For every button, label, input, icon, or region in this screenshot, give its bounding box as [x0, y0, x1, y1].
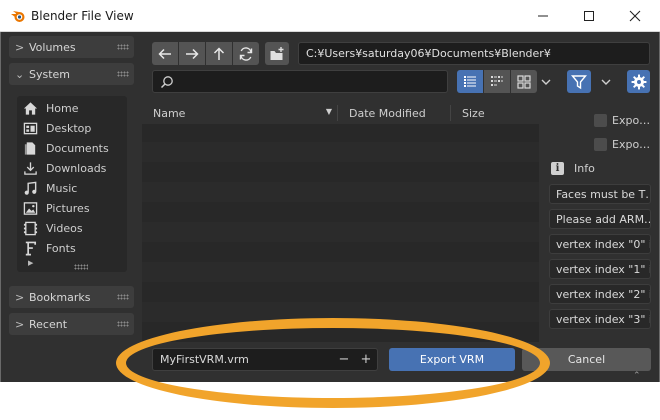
drag-grip-icon[interactable]: [117, 321, 129, 327]
horizontal-list-icon: [491, 75, 503, 86]
sidebar-item-downloads[interactable]: Downloads: [23, 158, 123, 178]
home-icon: [23, 101, 38, 115]
maximize-icon: [584, 11, 594, 21]
info-message[interactable]: vertex index "2" i…: [549, 284, 651, 304]
navigation-buttons: [152, 42, 259, 65]
pictures-icon: [23, 201, 38, 215]
column-header-name[interactable]: Name ▼: [142, 102, 338, 124]
new-folder-icon: [270, 46, 284, 60]
chevron-down-icon: [601, 79, 611, 85]
file-list-header: Name ▼ Date Modified Size: [142, 102, 539, 124]
recent-label: Recent: [29, 317, 68, 331]
file-list[interactable]: Name ▼ Date Modified Size: [142, 102, 539, 342]
drag-grip-icon[interactable]: [74, 264, 88, 270]
close-button[interactable]: [612, 0, 658, 32]
info-message[interactable]: Faces must be T…: [549, 184, 651, 204]
checkbox[interactable]: [594, 137, 607, 151]
system-label: System: [29, 67, 71, 81]
title-bar: Blender File View: [0, 0, 660, 32]
arrow-left-icon: [158, 48, 171, 59]
info-section-header: i Info: [551, 162, 595, 175]
horizontal-list-view-button[interactable]: [484, 70, 510, 93]
sidebar-item-desktop[interactable]: Desktop: [23, 118, 123, 138]
chevron-right-icon: >: [15, 40, 25, 54]
volumes-label: Volumes: [29, 40, 76, 54]
directory-path-input[interactable]: C:¥Users¥saturday06¥Documents¥Blender¥: [298, 42, 650, 65]
bookmarks-panel-header[interactable]: > Bookmarks: [9, 286, 134, 308]
export-vrm-button[interactable]: Export VRM: [389, 348, 515, 371]
refresh-icon: [239, 46, 253, 61]
chevron-down-icon: ⌄: [15, 67, 25, 81]
search-icon: [160, 75, 173, 88]
minimize-button[interactable]: [520, 0, 566, 32]
recent-panel-header[interactable]: > Recent: [9, 313, 134, 335]
thumbnails-icon: [517, 74, 531, 89]
search-input[interactable]: [152, 70, 448, 93]
music-icon: [24, 181, 37, 195]
vertical-list-icon: [464, 75, 476, 87]
vertical-list-view-button[interactable]: [457, 70, 483, 93]
fonts-icon: [25, 241, 37, 255]
sidebar-item-pictures[interactable]: Pictures: [23, 198, 123, 218]
resize-handle-icon[interactable]: ⌃: [633, 371, 641, 381]
documents-icon: [24, 141, 36, 155]
column-header-size[interactable]: Size: [451, 102, 539, 124]
checkbox[interactable]: [594, 113, 607, 127]
arrow-right-icon: [186, 48, 199, 59]
export-option-checkbox-2[interactable]: Expo…: [594, 136, 650, 152]
sidebar-item-music[interactable]: Music: [23, 178, 123, 198]
drag-grip-icon[interactable]: [117, 71, 129, 77]
info-message[interactable]: vertex index "3" i…: [549, 309, 651, 329]
back-button[interactable]: [152, 42, 178, 65]
thumbnail-view-button[interactable]: [511, 70, 537, 93]
info-icon: i: [551, 162, 564, 175]
info-message[interactable]: vertex index "0" i…: [549, 234, 651, 254]
column-header-date-modified[interactable]: Date Modified: [338, 102, 451, 124]
sidebar-item-videos[interactable]: Videos: [23, 218, 123, 238]
parent-directory-button[interactable]: [206, 42, 232, 65]
info-message[interactable]: Please add ARM…: [549, 209, 651, 229]
decrement-filename-button[interactable]: −: [333, 352, 355, 367]
sidebar-item-home[interactable]: Home: [23, 98, 123, 118]
filter-toggle-button[interactable]: [567, 70, 591, 93]
file-browser-window: > Volumes ⌄ System Home Desktop Document…: [0, 32, 660, 382]
desktop-icon: [23, 122, 38, 134]
maximize-button[interactable]: [566, 0, 612, 32]
expand-arrow-icon[interactable]: ▶: [28, 259, 33, 267]
filter-settings-dropdown[interactable]: [595, 70, 617, 93]
close-icon: [629, 10, 641, 22]
refresh-button[interactable]: [233, 42, 259, 65]
sidebar-item-documents[interactable]: Documents: [23, 138, 123, 158]
window-title: Blender File View: [31, 9, 134, 23]
system-panel-header[interactable]: ⌄ System: [9, 63, 134, 85]
gear-icon: [631, 74, 646, 89]
filename-input[interactable]: MyFirstVRM.vrm − +: [152, 348, 378, 371]
chevron-down-icon: [541, 79, 551, 85]
chevron-right-icon: >: [15, 290, 25, 304]
new-directory-button[interactable]: [265, 42, 289, 65]
increment-filename-button[interactable]: +: [355, 352, 377, 367]
minimize-icon: [538, 15, 548, 17]
forward-button[interactable]: [179, 42, 205, 65]
sidebar-item-fonts[interactable]: Fonts: [23, 238, 123, 258]
bookmarks-label: Bookmarks: [29, 290, 91, 304]
cancel-button[interactable]: Cancel: [522, 348, 651, 371]
blender-logo-icon: [11, 11, 25, 22]
downloads-icon: [24, 161, 37, 175]
arrow-up-icon: [213, 46, 225, 60]
volumes-panel-header[interactable]: > Volumes: [9, 36, 134, 58]
options-toggle-button[interactable]: [627, 70, 650, 93]
display-mode-buttons: [457, 70, 537, 93]
videos-icon: [23, 221, 38, 235]
chevron-right-icon: >: [15, 317, 25, 331]
display-settings-dropdown[interactable]: [535, 70, 557, 93]
export-option-checkbox-1[interactable]: Expo…: [594, 112, 650, 128]
info-message[interactable]: vertex index "1" i…: [549, 259, 651, 279]
drag-grip-icon[interactable]: [117, 294, 129, 300]
sort-descending-icon: ▼: [325, 107, 332, 116]
filter-icon: [571, 74, 587, 89]
system-locations-list: Home Desktop Documents Downloads Music P…: [17, 96, 127, 272]
drag-grip-icon[interactable]: [117, 44, 129, 50]
